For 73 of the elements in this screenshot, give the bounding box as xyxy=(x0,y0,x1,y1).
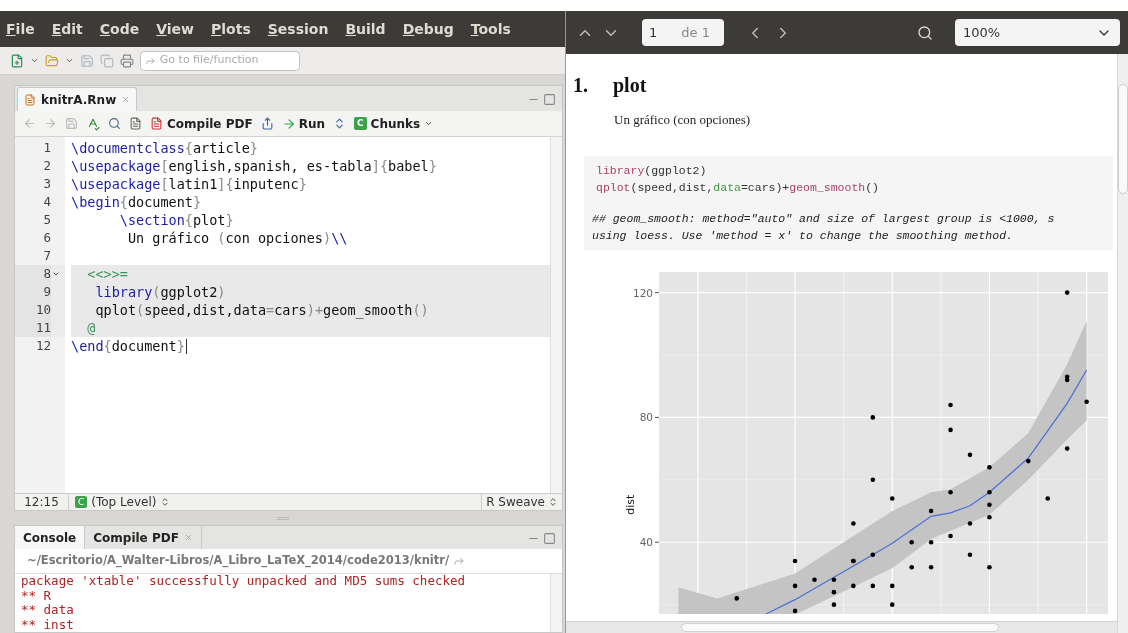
search-icon[interactable] xyxy=(108,117,121,130)
updown-icon xyxy=(548,497,558,507)
console-tab[interactable]: Console xyxy=(15,526,86,549)
line-number: 9 xyxy=(15,283,51,301)
vertical-scrollbar[interactable] xyxy=(550,574,562,632)
menu-item[interactable]: Build xyxy=(345,18,386,40)
zoom-select[interactable]: 100% xyxy=(955,19,1120,46)
close-icon[interactable] xyxy=(121,95,131,104)
back-icon[interactable] xyxy=(23,117,36,130)
search-icon[interactable] xyxy=(917,24,933,41)
export-icon[interactable] xyxy=(260,117,274,130)
menu-item[interactable]: Code xyxy=(99,18,140,40)
console-output-line: package 'xtable' successfully unpacked and MD5 sums checked xyxy=(21,574,466,589)
new-file-icon[interactable] xyxy=(10,53,24,68)
menu-item[interactable]: Debug xyxy=(402,18,454,40)
save-icon[interactable] xyxy=(80,53,94,68)
goto-input[interactable]: Go to file/function xyxy=(159,52,295,69)
forward-icon[interactable] xyxy=(44,117,57,130)
output-line: using loess. Use 'method = x' to change the smoothing method. xyxy=(592,227,1014,244)
format-icon[interactable] xyxy=(129,117,142,130)
save-all-icon[interactable] xyxy=(100,53,114,68)
dropdown-icon[interactable] xyxy=(30,56,39,65)
page-count: de 1 xyxy=(681,23,710,42)
line-number: 8 xyxy=(15,265,51,283)
chunk-badge: C xyxy=(353,117,367,130)
chunk-badge: C xyxy=(75,496,88,508)
caret-icon xyxy=(424,119,434,128)
menu-item[interactable]: Edit xyxy=(51,18,83,40)
updown-icon xyxy=(160,497,171,507)
file-icon xyxy=(24,93,36,106)
save-icon[interactable] xyxy=(65,117,78,130)
pdf-icon xyxy=(150,117,163,130)
line-number: 11 xyxy=(15,319,51,337)
line-number: 10 xyxy=(15,301,51,319)
file-tab[interactable]: knitrA.Rnw xyxy=(17,87,138,111)
vertical-scrollbar[interactable] xyxy=(550,137,562,493)
section-heading: plot xyxy=(613,73,647,99)
menu-item[interactable]: View xyxy=(156,18,194,40)
code-line: library(ggplot2) xyxy=(595,162,708,179)
scrollbar-thumb[interactable] xyxy=(681,623,999,632)
arrow-icon[interactable] xyxy=(453,555,466,567)
goto-field[interactable]: Go to file/function xyxy=(140,50,300,71)
console-output-line: ** data xyxy=(21,603,75,618)
console-output-line: ** R xyxy=(21,588,52,603)
maximize-icon[interactable] xyxy=(543,532,556,545)
menu-item[interactable]: Plots xyxy=(211,18,251,40)
body-text: Un gráfico (con opciones) xyxy=(613,111,752,129)
output-line: ## geom_smooth: method="auto" and size of largest group is <1000, s xyxy=(592,210,1056,227)
cursor-position: 12:15 xyxy=(15,493,69,511)
menu-item[interactable]: Tools xyxy=(470,18,511,40)
chunks-button[interactable]: C Chunks xyxy=(353,114,434,133)
run-button[interactable]: Run xyxy=(281,114,325,133)
spellcheck-icon[interactable] xyxy=(86,116,100,131)
folder-icon[interactable] xyxy=(45,53,59,68)
close-icon[interactable] xyxy=(183,533,193,542)
print-icon[interactable] xyxy=(120,53,134,68)
page-field[interactable]: 1 de 1 xyxy=(642,19,724,46)
dropdown-icon[interactable] xyxy=(65,56,74,65)
menu-item[interactable]: File xyxy=(6,18,35,40)
section-number: 1. xyxy=(573,73,588,98)
scope-selector[interactable]: C (Top Level) xyxy=(69,493,482,511)
console-output-line: ** inst xyxy=(21,617,75,632)
scrollbar-thumb[interactable] xyxy=(1118,84,1128,194)
working-directory: ~/Escritorio/A_Walter-Libros/A_Libro_LaTeX_2014/code2013/knitr/ xyxy=(27,552,450,570)
fold-icon[interactable] xyxy=(52,270,60,278)
arrow-icon xyxy=(281,116,296,131)
menu-item[interactable]: Session xyxy=(267,18,329,40)
horizontal-scrollbar[interactable] xyxy=(566,621,1117,633)
code-line: qplot(speed,dist,data=cars)+geom_smooth() xyxy=(595,179,880,196)
vertical-scrollbar[interactable] xyxy=(1117,54,1128,633)
maximize-icon[interactable] xyxy=(543,93,556,106)
mode-selector[interactable]: R Sweave xyxy=(481,493,562,511)
compile-pdf-button[interactable]: Compile PDF xyxy=(150,114,253,133)
